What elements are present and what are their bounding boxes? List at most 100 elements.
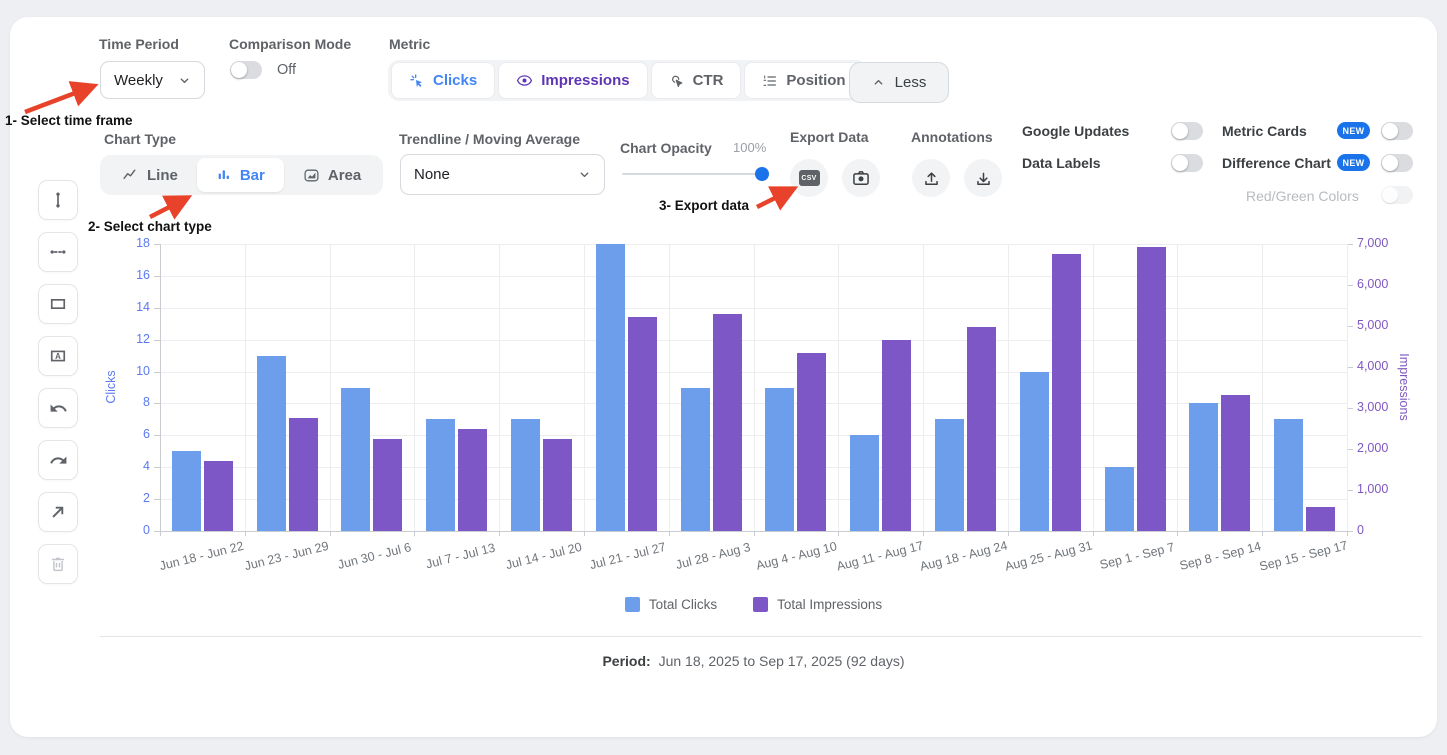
data-labels-toggle[interactable] (1171, 154, 1203, 172)
new-badge: NEW (1337, 154, 1370, 171)
export-screenshot-button[interactable] (842, 159, 880, 197)
annotation-3-text: 3- Export data (659, 198, 750, 213)
area-chart-icon (303, 167, 320, 184)
metric-position-button[interactable]: Position (744, 62, 864, 99)
gridline-vertical (1262, 244, 1264, 531)
cursor-click-icon (409, 73, 425, 89)
bar-total-impressions[interactable] (203, 461, 233, 531)
period-summary: Period: Jun 18, 2025 to Sep 17, 2025 (92… (160, 653, 1347, 669)
bar-total-impressions[interactable] (712, 313, 742, 531)
metric-impressions-button[interactable]: Impressions (498, 62, 648, 99)
chart-legend: Total Clicks Total Impressions (160, 597, 1347, 612)
bar-total-impressions[interactable] (373, 438, 403, 531)
legend-swatch-impressions (753, 597, 769, 612)
csv-icon: CSV (798, 170, 820, 186)
chart-type-area-option[interactable]: Area (284, 158, 380, 192)
y-axis-tick-label-left: 14 (136, 299, 150, 314)
time-period-dropdown[interactable]: Weekly (100, 61, 205, 99)
legend-item-total-impressions[interactable]: Total Impressions (753, 597, 882, 612)
toggle-knob (1382, 155, 1398, 171)
bar-total-clicks[interactable] (256, 355, 286, 531)
less-button[interactable]: Less (849, 62, 949, 103)
undo-icon (49, 399, 68, 418)
bar-total-clicks[interactable] (171, 451, 201, 531)
horizontal-line-tool-button[interactable] (38, 232, 78, 272)
google-updates-toggle[interactable] (1171, 122, 1203, 140)
vertical-line-tool-button[interactable] (38, 180, 78, 220)
y-axis-tick-label-left: 12 (136, 331, 150, 346)
chart-type-bar-option[interactable]: Bar (196, 158, 284, 192)
bar-total-clicks[interactable] (934, 419, 964, 531)
text-box-tool-button[interactable]: A (38, 336, 78, 376)
difference-chart-label: Difference Chart (1222, 155, 1331, 171)
bar-total-impressions[interactable] (797, 352, 827, 531)
bar-total-clicks[interactable] (595, 244, 625, 531)
bar-total-impressions[interactable] (1306, 507, 1336, 531)
bar-total-clicks[interactable] (765, 387, 795, 531)
bar-total-clicks[interactable] (426, 419, 456, 531)
bar-total-impressions[interactable] (882, 339, 912, 531)
bar-total-impressions[interactable] (627, 316, 657, 531)
undo-button[interactable] (38, 388, 78, 428)
bar-total-clicks[interactable] (1104, 467, 1134, 531)
metric-position-label: Position (786, 72, 846, 89)
slider-track[interactable] (622, 173, 769, 175)
bar-total-impressions[interactable] (288, 418, 318, 531)
comparison-mode-toggle[interactable] (230, 61, 262, 79)
legend-label-total-impressions: Total Impressions (777, 597, 883, 612)
metric-clicks-label: Clicks (433, 72, 478, 89)
gridline-vertical (1177, 244, 1179, 531)
chevron-up-icon (872, 76, 885, 89)
slider-thumb[interactable] (755, 167, 769, 181)
bar-total-clicks[interactable] (341, 387, 371, 531)
time-period-label: Time Period (99, 36, 179, 52)
legend-item-total-clicks[interactable]: Total Clicks (624, 597, 717, 612)
bar-total-clicks[interactable] (680, 387, 710, 531)
bar-total-clicks[interactable] (1189, 403, 1219, 531)
bar-total-impressions[interactable] (966, 326, 996, 531)
redo-icon (49, 451, 68, 470)
metric-clicks-button[interactable]: Clicks (391, 62, 496, 99)
gridline-vertical (414, 244, 416, 531)
download-icon (974, 169, 993, 188)
legend-swatch-clicks (624, 597, 640, 612)
redo-button[interactable] (38, 440, 78, 480)
export-csv-button[interactable]: CSV (790, 159, 828, 197)
bar-total-impressions[interactable] (1051, 253, 1081, 531)
rectangle-tool-button[interactable] (38, 284, 78, 324)
bar-total-impressions[interactable] (1221, 395, 1251, 531)
axis-tick-mark (160, 531, 161, 536)
metric-ctr-button[interactable]: CTR (650, 62, 742, 99)
horizontal-line-icon (48, 242, 68, 262)
difference-chart-toggle[interactable] (1381, 154, 1413, 172)
y-axis-tick-label-right: 5,000 (1357, 318, 1389, 332)
y-axis-tick-label-right: 7,000 (1357, 236, 1389, 250)
trendline-dropdown[interactable]: None (400, 154, 605, 195)
gridline-vertical (838, 244, 840, 531)
metric-cards-label: Metric Cards (1222, 123, 1307, 139)
bar-total-impressions[interactable] (1136, 246, 1166, 531)
axis-tick-mark (583, 531, 585, 536)
annotations-upload-button[interactable] (912, 159, 950, 197)
chart-opacity-value: 100% (733, 140, 767, 155)
trendline-label: Trendline / Moving Average (399, 131, 581, 147)
annotations-download-button[interactable] (964, 159, 1002, 197)
metric-cards-toggle[interactable] (1381, 122, 1413, 140)
chart-opacity-slider[interactable] (622, 167, 769, 181)
y-axis-tick-label-left: 6 (143, 427, 150, 442)
bar-total-clicks[interactable] (1274, 419, 1304, 531)
bar-total-clicks[interactable] (850, 435, 880, 531)
trend-arrow-tool-button[interactable] (38, 492, 78, 532)
time-period-value: Weekly (114, 71, 163, 89)
bar-total-clicks[interactable] (1019, 371, 1049, 531)
bar-total-impressions[interactable] (458, 428, 488, 531)
chart-type-line-option[interactable]: Line (103, 158, 197, 192)
y-axis-tick-label-right: 4,000 (1357, 359, 1389, 373)
bar-total-clicks[interactable] (511, 419, 541, 531)
arrow-up-right-icon (49, 503, 67, 521)
upload-icon (922, 169, 941, 188)
delete-annotation-button[interactable] (38, 544, 78, 584)
bar-total-impressions[interactable] (543, 438, 573, 531)
metric-button-group: Clicks Impressions CTR Position (388, 60, 867, 101)
axis-tick-mark (668, 531, 670, 536)
